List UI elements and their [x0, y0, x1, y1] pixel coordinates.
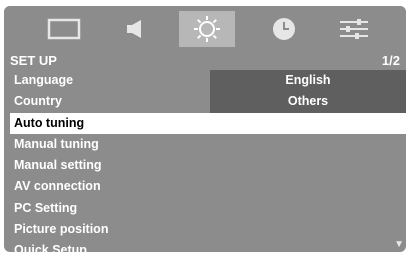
menu-item-label: PC Setting	[14, 200, 78, 215]
menu-item-label: Auto tuning	[14, 115, 85, 130]
category-icon-bar	[4, 6, 406, 52]
menu-item-label: Picture position	[14, 222, 109, 237]
menu-item-label: Manual setting	[14, 158, 102, 173]
sliders-icon	[340, 19, 368, 39]
menu-item-label: Quick Setup	[14, 243, 87, 252]
menu-item-label: Manual tuning	[14, 136, 99, 151]
menu-item-picture-position[interactable]: Picture position	[10, 219, 406, 240]
tab-sound[interactable]	[107, 11, 163, 47]
menu-header: SET UP 1/2	[4, 52, 406, 69]
tab-picture[interactable]	[36, 11, 92, 47]
menu-item-quick-setup[interactable]: Quick Setup	[10, 240, 406, 252]
menu-item-country[interactable]: Country Others	[10, 91, 406, 113]
page-indicator: 1/2	[381, 53, 400, 68]
gear-icon	[194, 16, 220, 42]
menu-item-pc-setting[interactable]: PC Setting	[10, 198, 406, 219]
menu-item-manual-setting[interactable]: Manual setting	[10, 155, 406, 176]
menu-item-manual-tuning[interactable]: Manual tuning	[10, 134, 406, 155]
menu-item-label: AV connection	[14, 179, 101, 194]
menu-item-language[interactable]: Language English	[10, 70, 406, 92]
setup-menu-screen: SET UP 1/2 Language English Country Othe…	[4, 6, 406, 252]
clock-icon	[273, 18, 295, 40]
tab-setup[interactable]	[179, 11, 235, 47]
tab-options[interactable]	[326, 11, 382, 47]
scroll-down-arrow-icon[interactable]: ▼	[394, 239, 404, 250]
menu-item-label: Country	[14, 94, 62, 109]
menu-item-label: Language	[14, 73, 74, 87]
menu-title: SET UP	[10, 53, 57, 68]
picture-icon	[47, 18, 81, 40]
menu-item-value[interactable]: Others	[210, 91, 406, 113]
menu-item-av-connection[interactable]: AV connection	[10, 176, 406, 197]
setup-menu-list: Language English Country Others Auto tun…	[10, 70, 406, 252]
menu-item-value[interactable]: English	[210, 70, 406, 92]
tab-timer[interactable]	[256, 11, 312, 47]
speaker-icon	[127, 20, 141, 38]
menu-item-auto-tuning[interactable]: Auto tuning	[10, 112, 406, 134]
